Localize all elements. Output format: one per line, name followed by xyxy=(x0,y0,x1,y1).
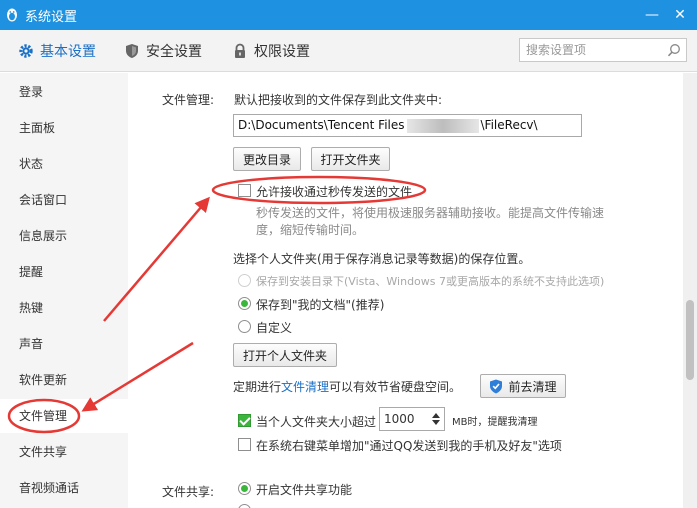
cleanup-hint-prefix: 定期进行 xyxy=(233,380,282,394)
flash-transfer-label[interactable]: 允许接收通过秒传发送的文件 xyxy=(256,183,412,200)
context-menu-checkbox[interactable] xyxy=(238,438,251,451)
file-cleanup-link[interactable]: 文件清理 xyxy=(281,380,329,394)
flash-transfer-checkbox[interactable] xyxy=(238,184,251,197)
gear-icon xyxy=(19,43,33,58)
file-management-section-label: 文件管理: xyxy=(162,93,215,107)
sidebar-item-software-update[interactable]: 软件更新 xyxy=(0,363,128,397)
change-directory-button[interactable]: 更改目录 xyxy=(233,147,301,171)
search-icon[interactable] xyxy=(667,43,681,57)
sidebar-item-main-panel[interactable]: 主面板 xyxy=(0,111,128,145)
sidebar-item-label: 会话窗口 xyxy=(19,193,68,207)
tab-label: 基本设置 xyxy=(40,43,96,60)
size-limit-value: 1000 xyxy=(384,412,415,426)
size-limit-label[interactable]: 当个人文件夹大小超过 xyxy=(256,413,376,430)
settings-sidebar: 登录 主面板 状态 会话窗口 信息展示 提醒 热键 声音 软件更新 文件管理 文… xyxy=(0,73,128,508)
sidebar-item-info-display[interactable]: 信息展示 xyxy=(0,219,128,253)
sidebar-item-label: 状态 xyxy=(19,157,44,171)
size-limit-unit: MB时，提醒我清理 xyxy=(452,413,538,428)
tab-label: 安全设置 xyxy=(146,43,202,60)
close-button[interactable]: ✕ xyxy=(666,0,694,30)
sidebar-item-label: 热键 xyxy=(19,301,44,315)
sidebar-item-file-management[interactable]: 文件管理 xyxy=(0,399,128,433)
sidebar-item-label: 软件更新 xyxy=(19,373,68,387)
flash-transfer-description-line1: 秒传发送的文件，将使用极速服务器辅助接收。能提高文件传输速 xyxy=(256,206,605,220)
increment-arrow-icon[interactable] xyxy=(432,413,440,418)
sidebar-item-sound[interactable]: 声音 xyxy=(0,327,128,361)
sidebar-item-label: 音视频通话 xyxy=(19,481,80,495)
go-cleanup-button[interactable]: 前去清理 xyxy=(480,374,566,398)
size-limit-checkbox[interactable] xyxy=(238,414,251,427)
lock-icon xyxy=(235,43,245,58)
save-to-install-dir-radio[interactable] xyxy=(238,274,251,287)
sidebar-item-chat-window[interactable]: 会话窗口 xyxy=(0,183,128,217)
personal-folder-description: 选择个人文件夹(用于保存消息记录等数据)的保存位置。 xyxy=(233,252,531,266)
sidebar-item-label: 主面板 xyxy=(19,121,56,135)
save-path-field[interactable]: D:\Documents\Tencent Files \FileRecv\ xyxy=(233,114,582,137)
sidebar-item-label: 文件管理 xyxy=(19,409,68,423)
flash-transfer-description-line2: 度，缩短传输时间。 xyxy=(256,223,365,237)
button-label: 更改目录 xyxy=(242,152,291,167)
minimize-icon: — xyxy=(645,7,659,23)
shield-check-icon xyxy=(490,379,503,393)
sidebar-item-label: 提醒 xyxy=(19,265,44,279)
enable-file-sharing-label[interactable]: 开启文件共享功能 xyxy=(256,481,352,498)
content-scrollbar[interactable] xyxy=(683,73,697,508)
save-to-install-dir-label: 保存到安装目录下(Vista、Windows 7或更高版本的系统不支持此选项) xyxy=(256,275,605,288)
sidebar-item-label: 信息展示 xyxy=(19,229,68,243)
sidebar-item-label: 声音 xyxy=(19,337,44,351)
decrement-arrow-icon[interactable] xyxy=(432,420,440,425)
save-to-my-documents-label[interactable]: 保存到"我的文档"(推荐) xyxy=(256,296,384,313)
minimize-button[interactable]: — xyxy=(638,0,666,30)
sidebar-item-label: 登录 xyxy=(19,85,44,99)
sidebar-item-file-sharing[interactable]: 文件共享 xyxy=(0,435,128,469)
search-box xyxy=(519,38,687,62)
save-to-my-documents-radio[interactable] xyxy=(238,297,251,310)
sidebar-item-label: 文件共享 xyxy=(19,445,68,459)
qq-penguin-icon xyxy=(7,8,17,22)
tab-basic-settings[interactable]: 基本设置 xyxy=(18,30,96,72)
open-folder-button[interactable]: 打开文件夹 xyxy=(311,147,390,171)
cleanup-hint: 定期进行文件清理可以有效节省硬盘空间。 xyxy=(233,378,461,395)
custom-location-label[interactable]: 自定义 xyxy=(256,319,292,336)
redacted-account-mask xyxy=(406,118,479,133)
button-label: 打开个人文件夹 xyxy=(242,348,327,363)
sidebar-item-status[interactable]: 状态 xyxy=(0,147,128,181)
context-menu-label[interactable]: 在系统右键菜单增加"通过QQ发送到我的手机及好友"选项 xyxy=(256,437,562,454)
size-limit-stepper[interactable]: 1000 xyxy=(379,407,445,431)
sidebar-item-reminder[interactable]: 提醒 xyxy=(0,255,128,289)
open-personal-folder-button[interactable]: 打开个人文件夹 xyxy=(233,343,337,367)
partially-visible-radio[interactable] xyxy=(238,504,251,508)
window-title: 系统设置 xyxy=(25,9,78,25)
button-label: 打开文件夹 xyxy=(320,152,381,167)
enable-file-sharing-radio[interactable] xyxy=(238,482,251,495)
sidebar-item-hotkeys[interactable]: 热键 xyxy=(0,291,128,325)
size-limit-unit-text: MB时，提醒我清理 xyxy=(452,417,538,428)
button-label: 前去清理 xyxy=(508,379,557,394)
file-sharing-section-label: 文件共享: xyxy=(162,485,215,499)
save-path-suffix: \FileRecv\ xyxy=(480,118,538,132)
tab-permission-settings[interactable]: 权限设置 xyxy=(232,30,310,72)
custom-location-radio[interactable] xyxy=(238,320,251,333)
search-input[interactable] xyxy=(526,43,666,57)
settings-tab-bar: 基本设置 安全设置 权限设置 xyxy=(0,30,697,72)
cleanup-hint-suffix: 可以有效节省硬盘空间。 xyxy=(329,380,462,394)
settings-content: 文件管理: 默认把接收到的文件保存到此文件夹中: D:\Documents\Te… xyxy=(128,73,683,508)
sidebar-item-login[interactable]: 登录 xyxy=(0,75,128,109)
scrollbar-thumb[interactable] xyxy=(686,300,694,380)
tab-security-settings[interactable]: 安全设置 xyxy=(124,30,202,72)
close-icon: ✕ xyxy=(674,7,686,23)
tab-label: 权限设置 xyxy=(254,43,310,60)
save-path-prefix: D:\Documents\Tencent Files xyxy=(238,118,405,132)
sidebar-item-av-call[interactable]: 音视频通话 xyxy=(0,471,128,505)
title-bar: 系统设置 — ✕ xyxy=(0,0,697,30)
save-path-description: 默认把接收到的文件保存到此文件夹中: xyxy=(234,93,443,107)
shield-icon xyxy=(126,43,138,58)
